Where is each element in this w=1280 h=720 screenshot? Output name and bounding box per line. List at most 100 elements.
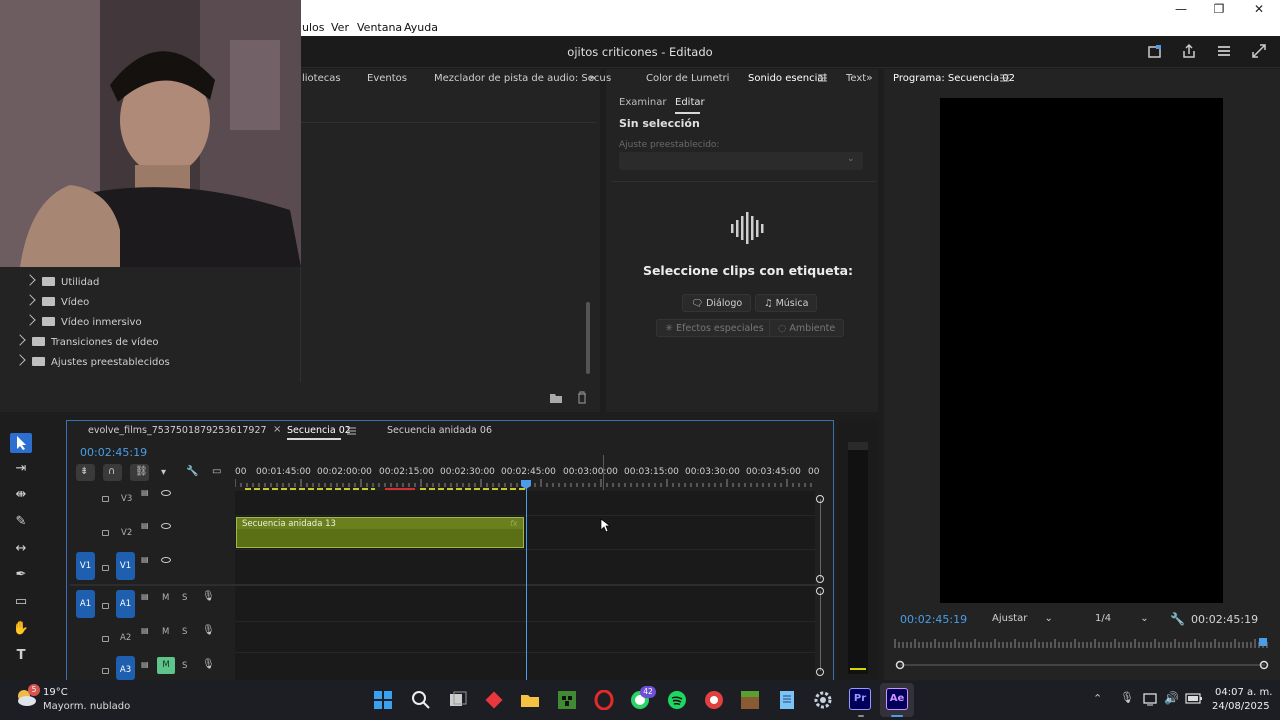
tab-editar[interactable]: Editar [675, 97, 705, 108]
tab-bibliotecas[interactable]: liotecas [302, 73, 341, 84]
ambience-button[interactable]: ◌ Ambiente [769, 319, 845, 337]
tabs-overflow-icon[interactable]: » [589, 71, 596, 84]
panel-menu-icon[interactable] [818, 74, 827, 82]
tab-eventos[interactable]: Eventos [367, 73, 407, 84]
after-effects-icon[interactable]: Ae [886, 688, 908, 710]
sync-lock-icon[interactable]: ▤ [141, 592, 149, 601]
track-target-a1[interactable]: A1 [116, 590, 135, 618]
restore-button[interactable]: ❐ [1204, 2, 1234, 16]
mute-button[interactable]: M [162, 627, 169, 637]
track-target-v1[interactable]: V1 [116, 552, 135, 580]
mute-button-active[interactable]: M [157, 657, 175, 674]
microphone-icon[interactable]: 🎙 [202, 625, 215, 636]
git-icon[interactable] [484, 690, 504, 710]
tab-essential-sound[interactable]: Sonido esencial [748, 73, 826, 84]
microphone-icon[interactable]: 🎙 [1120, 691, 1134, 704]
sync-lock-icon[interactable]: ▤ [141, 626, 149, 635]
new-folder-icon[interactable] [549, 392, 563, 404]
task-view-icon[interactable] [448, 690, 468, 710]
pen-tool[interactable]: ✒ [10, 567, 32, 587]
timeline-clip[interactable]: Secuencia anidada 13 fx [236, 517, 524, 548]
tab-program[interactable]: Programa: Secuencia 02 [893, 73, 1015, 84]
eye-icon[interactable] [161, 523, 171, 529]
wrench-icon[interactable]: 🔧 [1170, 612, 1185, 626]
a-zoom-track[interactable] [820, 591, 821, 671]
snap-toggle[interactable]: ∩ [103, 464, 122, 481]
eye-icon[interactable] [161, 557, 171, 563]
captions-icon[interactable]: ▭ [212, 466, 221, 477]
wrench-icon[interactable]: 🔧 [186, 466, 198, 477]
menu-item-partial[interactable]: ulos [302, 21, 325, 34]
v-zoom-handle-bottom[interactable] [816, 575, 824, 583]
microphone-icon[interactable]: 🎙 [202, 659, 215, 670]
quick-export-icon[interactable] [1147, 44, 1163, 60]
lock-icon[interactable] [102, 565, 109, 571]
add-marker-icon[interactable]: ▾ [161, 467, 166, 478]
panel-menu-icon[interactable] [1000, 74, 1009, 82]
lock-icon[interactable] [102, 668, 109, 674]
share-icon[interactable] [1181, 43, 1197, 59]
eye-icon[interactable] [161, 490, 171, 496]
selection-tool[interactable] [10, 433, 32, 453]
clock-date[interactable]: 24/08/2025 [1212, 701, 1270, 712]
chrome-icon[interactable] [704, 690, 724, 710]
timeline-timecode[interactable]: 00:02:45:19 [80, 446, 147, 459]
tab-lumetri-color[interactable]: Color de Lumetri [646, 73, 729, 84]
a-zoom-handle-top[interactable] [816, 587, 824, 595]
program-video-frame[interactable] [940, 98, 1223, 603]
weather-widget[interactable]: 5 [14, 684, 40, 710]
minecraft-icon[interactable] [557, 690, 577, 710]
clock-time[interactable]: 04:07 a. m. [1215, 687, 1272, 698]
notepad-icon[interactable] [777, 690, 797, 710]
solo-button[interactable]: S [182, 593, 187, 603]
spotify-icon[interactable] [667, 690, 687, 710]
fullscreen-icon[interactable] [1251, 43, 1267, 59]
track-target-a3[interactable]: A3 [116, 656, 135, 680]
battery-icon[interactable] [1185, 693, 1203, 705]
hand-tool[interactable]: ✋ [10, 621, 32, 641]
lock-icon[interactable] [102, 496, 109, 502]
opera-icon[interactable] [594, 690, 614, 710]
chevron-up-icon[interactable]: ⌃ [1093, 692, 1102, 705]
close-window-button[interactable]: ✕ [1244, 2, 1274, 16]
sfx-button[interactable]: ✳ Efectos especiales [656, 319, 773, 337]
microphone-icon[interactable]: 🎙 [202, 591, 215, 602]
start-windows-icon[interactable] [373, 690, 393, 710]
a-zoom-handle-bottom[interactable] [816, 668, 824, 676]
resolution-dropdown[interactable]: 1/4 ⌄ [1095, 613, 1149, 624]
preset-dropdown[interactable]: ⌄ [619, 152, 863, 170]
nest-toggle[interactable]: ⇟ [76, 464, 95, 481]
panel-menu-icon[interactable] [347, 427, 356, 435]
tree-item-video-inmersivo[interactable]: Vídeo inmersivo [24, 314, 142, 328]
fit-dropdown[interactable]: Ajustar ⌄ [992, 613, 1053, 624]
tree-item-ajustes[interactable]: Ajustes preestablecidos [14, 354, 170, 368]
playhead[interactable] [526, 487, 527, 680]
program-scrubber[interactable] [893, 636, 1271, 672]
program-timecode-current[interactable]: 00:02:45:19 [900, 613, 967, 626]
tab-secuencia-anidada-06[interactable]: Secuencia anidada 06 [387, 425, 492, 436]
type-tool[interactable]: T [10, 648, 32, 668]
rectangle-tool[interactable]: ▭ [10, 594, 32, 614]
settings-gear-icon[interactable] [813, 690, 833, 710]
sync-lock-icon[interactable]: ▤ [141, 488, 149, 497]
volume-icon[interactable]: 🔊 [1164, 691, 1179, 705]
tab-evolve-films[interactable]: evolve_films_7537501879253617927 [88, 425, 267, 436]
sync-lock-icon[interactable]: ▤ [141, 555, 149, 564]
linked-selection-toggle[interactable]: ⛓ [130, 464, 149, 481]
ripple-edit-tool[interactable]: ⇼ [10, 487, 32, 507]
mute-button[interactable]: M [162, 593, 169, 603]
tree-item-video[interactable]: Vídeo [24, 294, 89, 308]
lock-icon[interactable] [102, 636, 109, 642]
dialogue-button[interactable]: 🗨 Diálogo [682, 294, 752, 312]
tab-text[interactable]: Text [846, 73, 866, 84]
source-patch-v1[interactable]: V1 [76, 552, 95, 580]
slip-tool[interactable]: ↔ [10, 541, 32, 561]
search-icon[interactable] [411, 690, 431, 710]
premiere-pro-icon[interactable]: Pr [849, 688, 871, 710]
tab-partial[interactable]: s [606, 73, 611, 84]
file-explorer-icon[interactable] [520, 690, 540, 710]
tab-secuencia-02[interactable]: Secuencia 02 [287, 425, 351, 436]
sync-lock-icon[interactable]: ▤ [141, 521, 149, 530]
track-select-tool[interactable]: ⇥ [10, 461, 32, 481]
v-zoom-handle-top[interactable] [816, 495, 824, 503]
